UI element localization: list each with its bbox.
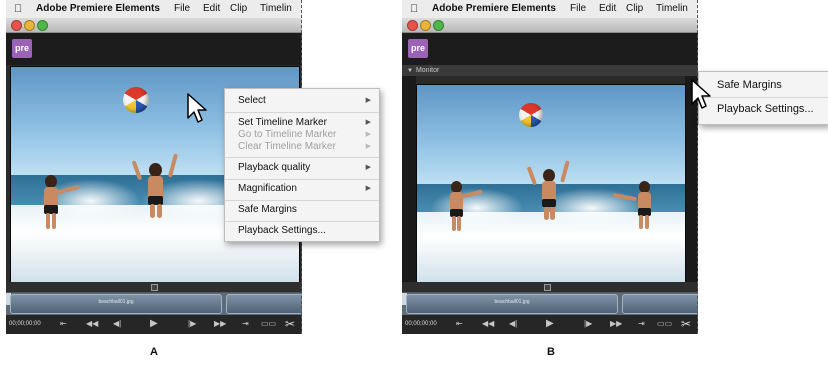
app-name-menu[interactable]: Adobe Premiere Elements — [432, 3, 556, 14]
play-icon[interactable]: ▶ — [150, 318, 158, 329]
split-clip-scissors-icon[interactable]: ✂ — [285, 317, 295, 331]
submenu-arrow-icon: ▶ — [365, 185, 371, 192]
timeline-marker[interactable] — [544, 284, 551, 291]
menu-file[interactable]: File — [570, 3, 586, 14]
clip-name: beachball01.jpg — [494, 299, 530, 305]
timeline-ruler[interactable] — [402, 282, 698, 293]
mouse-cursor-icon — [187, 93, 207, 123]
monitor-panel-header[interactable]: ▼ Monitor — [402, 65, 698, 76]
menu-separator — [225, 157, 379, 158]
app-name-menu[interactable]: Adobe Premiere Elements — [36, 3, 160, 14]
frame-back-icon[interactable]: ◀| — [509, 319, 517, 328]
menu-item-safe-margins[interactable]: Safe Margins — [238, 203, 373, 217]
figure-caption-a: A — [150, 346, 158, 358]
figure-caption-b: B — [547, 346, 555, 358]
clip-name: beachball01.jpg — [98, 299, 134, 305]
apple-icon[interactable]:  — [410, 3, 418, 15]
context-menu: Select ▶ Set Timeline Marker ▶ Go to Timel… — [224, 88, 380, 242]
mac-menubar:  Adobe Premiere Elements File Edit Clip… — [6, 0, 302, 19]
timeline-panel: beachball01.jpg 00;00;00;00 ⇤ ◀◀ ◀| ▶ |▶… — [6, 282, 302, 334]
video-track: beachball01.jpg — [6, 293, 302, 315]
timecode-display: 00;00;00;00 — [9, 321, 41, 327]
step-back-icon[interactable]: ◀◀ — [482, 319, 494, 328]
transport-controls: 00;00;00;00 ⇤ ◀◀ ◀| ▶ |▶ ▶▶ ⇥ ▭▭ ✂ — [402, 315, 698, 334]
minimize-window-button[interactable] — [24, 20, 35, 31]
timeline-ruler[interactable] — [6, 282, 302, 293]
timeline-clip[interactable] — [622, 294, 698, 314]
window-titlebar — [402, 18, 698, 33]
minimize-window-button[interactable] — [420, 20, 431, 31]
app-logo: pre — [408, 39, 428, 58]
zoom-window-button[interactable] — [37, 20, 48, 31]
beach-ball — [519, 103, 543, 127]
crop-edge — [697, 0, 698, 334]
apple-icon[interactable]:  — [14, 3, 22, 15]
menu-timeline[interactable]: Timelin — [656, 3, 688, 14]
menu-item-magnification[interactable]: Magnification ▶ — [238, 182, 373, 196]
step-forward-icon[interactable]: ▶▶ — [214, 319, 226, 328]
menu-timeline[interactable]: Timelin — [260, 3, 292, 14]
goto-start-icon[interactable]: ⇤ — [60, 319, 67, 328]
frame-forward-icon[interactable]: |▶ — [188, 319, 196, 328]
submenu-arrow-icon: ▶ — [365, 164, 371, 171]
loop-icon[interactable]: ▭▭ — [657, 319, 672, 328]
menu-separator — [225, 179, 379, 180]
collapse-triangle-icon[interactable]: ▼ — [407, 68, 413, 74]
menu-clip[interactable]: Clip — [626, 3, 643, 14]
timeline-panel: beachball01.jpg 00;00;00;00 ⇤ ◀◀ ◀| ▶ |▶… — [402, 282, 698, 334]
video-track: beachball01.jpg — [402, 293, 698, 315]
menu-item-safe-margins[interactable]: Safe Margins — [717, 75, 782, 95]
zoom-window-button[interactable] — [433, 20, 444, 31]
menu-edit[interactable]: Edit — [599, 3, 616, 14]
timeline-marker[interactable] — [151, 284, 158, 291]
goto-end-icon[interactable]: ⇥ — [242, 319, 249, 328]
menu-item-playback-quality[interactable]: Playback quality ▶ — [238, 161, 373, 175]
split-clip-scissors-icon[interactable]: ✂ — [681, 317, 691, 331]
menu-item-playback-settings[interactable]: Playback Settings... — [238, 224, 373, 238]
close-window-button[interactable] — [11, 20, 22, 31]
submenu-arrow-icon: ▶ — [365, 97, 371, 104]
app-toolbar: pre — [6, 33, 302, 65]
step-forward-icon[interactable]: ▶▶ — [610, 319, 622, 328]
mac-menubar:  Adobe Premiere Elements File Edit Clip… — [402, 0, 698, 19]
goto-end-icon[interactable]: ⇥ — [638, 319, 645, 328]
menu-edit[interactable]: Edit — [203, 3, 220, 14]
close-window-button[interactable] — [407, 20, 418, 31]
window-titlebar — [6, 18, 302, 33]
menu-separator — [225, 221, 379, 222]
monitor-panel-title: Monitor — [415, 67, 440, 74]
timeline-clip[interactable]: beachball01.jpg — [406, 294, 618, 314]
menu-clip[interactable]: Clip — [230, 3, 247, 14]
menu-item-select[interactable]: Select ▶ — [238, 94, 373, 108]
frame-forward-icon[interactable]: |▶ — [584, 319, 592, 328]
screenshot-b:  Adobe Premiere Elements File Edit Clip… — [402, 0, 698, 334]
beach-ball — [123, 87, 149, 113]
frame-back-icon[interactable]: ◀| — [113, 319, 121, 328]
menu-separator — [225, 112, 379, 113]
menu-separator — [699, 97, 828, 98]
context-menu: Safe Margins Playback Settings... — [698, 71, 828, 125]
submenu-arrow-icon: ▶ — [365, 143, 371, 150]
menu-item-clear-timeline-marker: Clear Timeline Marker ▶ — [238, 141, 371, 152]
timeline-clip[interactable]: beachball01.jpg — [10, 294, 222, 314]
menu-separator — [225, 200, 379, 201]
menu-file[interactable]: File — [174, 3, 190, 14]
timecode-display: 00;00;00;00 — [405, 321, 437, 327]
app-logo: pre — [12, 39, 32, 58]
monitor-letterbox-left — [402, 76, 416, 282]
app-toolbar: pre — [402, 33, 698, 65]
goto-start-icon[interactable]: ⇤ — [456, 319, 463, 328]
monitor-video-frame[interactable] — [416, 84, 686, 284]
transport-controls: 00;00;00;00 ⇤ ◀◀ ◀| ▶ |▶ ▶▶ ⇥ ▭▭ ✂ — [6, 315, 302, 334]
loop-icon[interactable]: ▭▭ — [261, 319, 276, 328]
timeline-clip[interactable] — [226, 294, 302, 314]
step-back-icon[interactable]: ◀◀ — [86, 319, 98, 328]
menu-item-playback-settings[interactable]: Playback Settings... — [717, 99, 814, 119]
play-icon[interactable]: ▶ — [546, 318, 554, 329]
mouse-cursor-icon — [691, 79, 711, 109]
